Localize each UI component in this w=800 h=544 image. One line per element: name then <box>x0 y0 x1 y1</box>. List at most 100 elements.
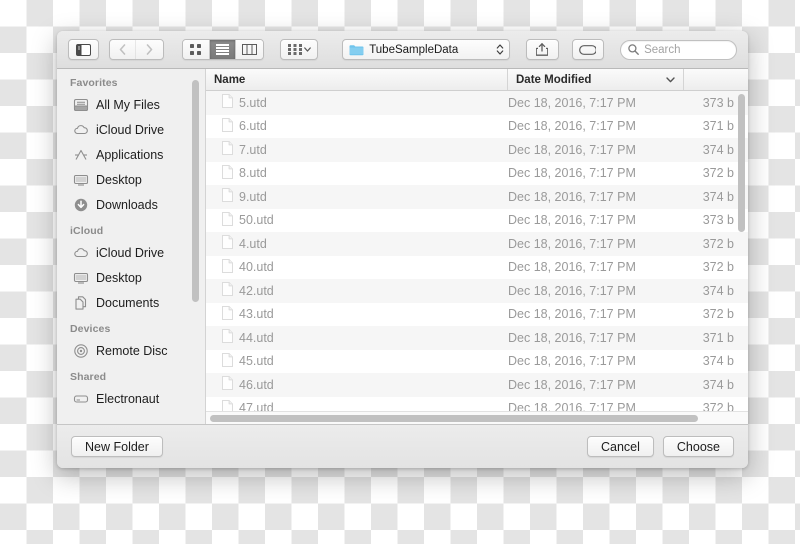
tag-button[interactable] <box>571 39 605 60</box>
file-date-cell: Dec 18, 2016, 7:17 PM <box>508 330 636 345</box>
file-name-label: 40.utd <box>239 260 274 275</box>
sidebar-item-all-my-files[interactable]: All My Files <box>57 92 205 117</box>
file-name-cell: 7.utd <box>206 141 508 158</box>
sidebar-item-desktop[interactable]: Desktop <box>57 167 205 192</box>
column-header-date-modified[interactable]: Date Modified <box>508 69 684 90</box>
document-icon <box>222 164 233 182</box>
file-name-label: 45.utd <box>239 354 274 369</box>
up-down-stepper-icon <box>496 44 504 55</box>
sidebar-item-label: iCloud Drive <box>96 245 165 260</box>
table-row[interactable]: 42.utd Dec 18, 2016, 7:17 PM 374 b <box>206 279 748 303</box>
table-row[interactable]: 44.utd Dec 18, 2016, 7:17 PM 371 b <box>206 326 748 350</box>
file-name-label: 9.utd <box>239 189 267 204</box>
cancel-button[interactable]: Cancel <box>586 436 654 457</box>
column-view-button[interactable] <box>236 40 263 59</box>
downloads-icon <box>73 197 89 213</box>
file-name-label: 44.utd <box>239 330 274 345</box>
sidebar-toggle-icon <box>75 43 91 56</box>
navigation-buttons[interactable] <box>108 39 164 60</box>
back-button[interactable] <box>109 40 137 59</box>
share-button[interactable] <box>526 39 559 60</box>
table-row[interactable]: 43.utd Dec 18, 2016, 7:17 PM 372 b <box>206 303 748 327</box>
applications-icon <box>73 147 89 163</box>
list-view-button[interactable] <box>209 40 237 59</box>
sidebar-section-heading: iCloud <box>70 225 104 237</box>
column-header-size[interactable] <box>684 69 748 90</box>
sidebar-sections: Favorites All My Files iCloud Drive Applica… <box>57 77 205 411</box>
folder-icon <box>349 44 364 55</box>
file-list-pane: Name Date Modified 5.utd Dec 18, 2016, 7:… <box>206 69 748 424</box>
toolbar: TubeSampleData Search <box>57 31 748 69</box>
file-size-cell: 371 b <box>702 330 734 345</box>
sidebar-item-downloads[interactable]: Downloads <box>57 192 205 217</box>
file-date-cell: Dec 18, 2016, 7:17 PM <box>508 354 636 369</box>
file-name-cell: 45.utd <box>206 352 508 370</box>
table-row[interactable]: 6.utd Dec 18, 2016, 7:17 PM 371 b <box>206 115 748 139</box>
share-icon <box>536 43 549 56</box>
sidebar-scrollbar[interactable] <box>192 74 202 419</box>
file-size-cell: 374 b <box>702 377 734 392</box>
table-row[interactable]: 4.utd Dec 18, 2016, 7:17 PM 372 b <box>206 232 748 256</box>
desktop-icon <box>73 270 89 286</box>
document-icon <box>222 141 233 158</box>
document-icon <box>222 94 233 111</box>
sidebar-item-desktop[interactable]: Desktop <box>57 265 205 290</box>
icon-view-button[interactable] <box>182 40 210 59</box>
sidebar-item-applications[interactable]: Applications <box>57 142 205 167</box>
column-header-name-label: Name <box>214 73 246 86</box>
search-input[interactable]: Search <box>620 39 737 60</box>
column-header-name[interactable]: Name <box>206 69 508 90</box>
table-row[interactable]: 5.utd Dec 18, 2016, 7:17 PM 373 b <box>206 91 748 115</box>
file-list-rows-viewport: 5.utd Dec 18, 2016, 7:17 PM 373 b 6.utd Dec … <box>206 91 748 424</box>
file-name-label: 5.utd <box>239 95 267 110</box>
sidebar-item-electronaut[interactable]: Electronaut <box>57 386 205 411</box>
document-icon <box>222 329 233 346</box>
tag-icon <box>579 44 597 55</box>
new-folder-button[interactable]: New Folder <box>71 436 163 457</box>
table-row[interactable]: 50.utd Dec 18, 2016, 7:17 PM 373 b <box>206 209 748 233</box>
sidebar-item-label: Desktop <box>96 172 142 187</box>
file-name-cell: 44.utd <box>206 329 508 346</box>
chevron-down-icon <box>666 76 675 82</box>
chevron-left-icon <box>119 44 126 55</box>
file-date-cell: Dec 18, 2016, 7:17 PM <box>508 260 636 275</box>
file-name-label: 43.utd <box>239 307 274 322</box>
table-row[interactable]: 40.utd Dec 18, 2016, 7:17 PM 372 b <box>206 256 748 280</box>
sidebar-item-icloud-drive[interactable]: iCloud Drive <box>57 240 205 265</box>
sidebar-item-label: Downloads <box>96 197 158 212</box>
sidebar-scrollbar-thumb[interactable] <box>192 80 199 302</box>
icon-view-icon <box>190 44 202 55</box>
forward-button[interactable] <box>136 40 163 59</box>
sidebar-toggle-button[interactable] <box>68 39 99 60</box>
sidebar-item-documents[interactable]: Documents <box>57 290 205 315</box>
horizontal-scrollbar-thumb[interactable] <box>210 415 698 422</box>
view-mode-buttons[interactable] <box>181 39 264 60</box>
table-row[interactable]: 45.utd Dec 18, 2016, 7:17 PM 374 b <box>206 350 748 374</box>
sidebar-item-remote-disc[interactable]: Remote Disc <box>57 338 205 363</box>
choose-button[interactable]: Choose <box>662 436 734 457</box>
file-name-cell: 9.utd <box>206 188 508 205</box>
file-list-header: Name Date Modified <box>206 69 748 91</box>
document-icon <box>222 376 233 393</box>
sidebar-item-icloud-drive[interactable]: iCloud Drive <box>57 117 205 142</box>
horizontal-scrollbar[interactable] <box>206 411 748 424</box>
disc-icon <box>73 343 89 359</box>
document-icon <box>222 211 233 229</box>
path-popup-button[interactable]: TubeSampleData <box>342 39 511 60</box>
file-name-label: 8.utd <box>239 166 267 181</box>
vertical-scrollbar-thumb[interactable] <box>738 94 745 232</box>
action-menu-button[interactable] <box>279 39 319 60</box>
table-row[interactable]: 46.utd Dec 18, 2016, 7:17 PM 374 b <box>206 373 748 397</box>
file-name-cell: 5.utd <box>206 94 508 111</box>
file-name-label: 46.utd <box>239 377 274 392</box>
table-row[interactable]: 9.utd Dec 18, 2016, 7:17 PM 374 b <box>206 185 748 209</box>
sidebar-section-heading: Devices <box>70 323 111 335</box>
file-open-dialog: TubeSampleData Search Favorites All My F… <box>57 31 748 468</box>
table-row[interactable]: 8.utd Dec 18, 2016, 7:17 PM 372 b <box>206 162 748 186</box>
chevron-right-icon <box>146 44 153 55</box>
file-size-cell: 372 b <box>702 260 734 275</box>
sidebar-item-label: Documents <box>96 295 160 310</box>
table-row[interactable]: 7.utd Dec 18, 2016, 7:17 PM 374 b <box>206 138 748 162</box>
file-name-label: 50.utd <box>239 213 274 228</box>
file-date-cell: Dec 18, 2016, 7:17 PM <box>508 166 636 181</box>
